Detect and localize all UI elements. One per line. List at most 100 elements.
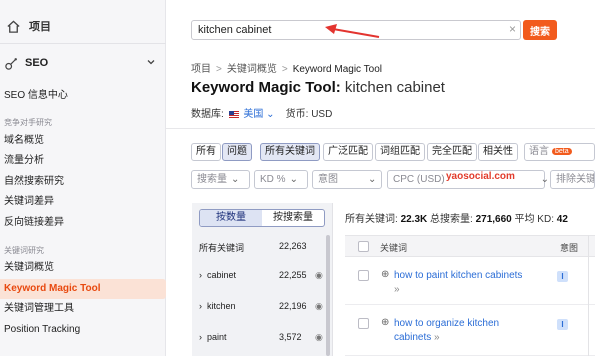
- sidebar-item-domain-overview[interactable]: 域名概览: [4, 131, 162, 151]
- cpc-filter-label: CPC (USD): [393, 174, 445, 185]
- group-row[interactable]: › cabinet 22,255 ◉: [199, 270, 323, 290]
- chevron-down-icon[interactable]: ⌄: [266, 109, 274, 120]
- eye-icon[interactable]: ◉: [315, 270, 323, 281]
- filter-tab-questions[interactable]: 问题: [222, 143, 252, 161]
- beta-badge: beta: [552, 148, 572, 155]
- search-button[interactable]: 搜索: [523, 20, 557, 40]
- sidebar-item-traffic-analytics[interactable]: 流量分析: [4, 151, 162, 171]
- sidebar-item-keyword-overview[interactable]: 关键词概览: [4, 258, 162, 278]
- volume-filter[interactable]: 搜索量 ⌄: [191, 170, 250, 189]
- database-country-select[interactable]: 美国: [243, 109, 263, 120]
- col-intent[interactable]: 意图: [560, 241, 578, 254]
- group-row[interactable]: › kitchen 22,196 ◉: [199, 301, 323, 321]
- eye-icon[interactable]: ◉: [315, 332, 323, 343]
- currency-value: USD: [311, 109, 333, 120]
- sidebar-item-keyword-manager[interactable]: 关键词管理工具: [4, 299, 162, 319]
- sort-by-volume-tab[interactable]: 按搜索量: [262, 210, 324, 226]
- eye-icon[interactable]: ◉: [315, 301, 323, 312]
- group-row-count: 22,255: [279, 270, 307, 280]
- stats-all-label: 所有关键词:: [345, 214, 398, 225]
- sidebar-item-keyword-magic-tool[interactable]: Keyword Magic Tool: [0, 279, 166, 299]
- kd-filter-label: KD %: [260, 174, 286, 185]
- breadcrumb-item-projects[interactable]: 项目: [191, 64, 211, 75]
- sidebar-divider: [0, 43, 166, 44]
- group-row-count: 3,572: [279, 332, 302, 342]
- page-title-query: kitchen cabinet: [344, 79, 445, 96]
- group-row-count: 22,263: [279, 241, 307, 251]
- sidebar-item-seo-dashboard[interactable]: SEO 信息中心: [4, 86, 162, 106]
- divider: [166, 128, 595, 129]
- watermark: yaosocial.com: [446, 171, 515, 182]
- group-row-name: cabinet: [207, 270, 237, 280]
- breadcrumb-item-current: Keyword Magic Tool: [292, 64, 382, 75]
- chevron-down-icon: ⌄: [540, 174, 550, 185]
- more-icon[interactable]: »: [434, 332, 440, 343]
- keyword-link[interactable]: how to organize kitchen: [394, 318, 499, 329]
- exclude-keywords-label: 排除关键: [556, 174, 595, 185]
- keyword-link-line2[interactable]: cabinets »: [394, 332, 440, 343]
- stats-kd-label: 平均 KD:: [514, 214, 554, 225]
- filter-tab-phrase-match[interactable]: 词组匹配: [375, 143, 425, 161]
- sidebar-item-position-tracking[interactable]: Position Tracking: [4, 320, 162, 340]
- keyword-stats: 所有关键词: 22.3K 总搜索量: 271,660 平均 KD: 42: [345, 210, 568, 225]
- group-row-name: paint: [207, 332, 227, 342]
- intent-badge: I: [557, 271, 568, 282]
- filter-tab-exact-match[interactable]: 完全匹配: [427, 143, 477, 161]
- top-search-bar: kitchen cabinet × 搜索: [166, 0, 595, 48]
- breadcrumb-item-keyword-overview[interactable]: 关键词概览: [227, 64, 277, 75]
- col-keyword[interactable]: 关键词: [380, 241, 407, 254]
- column-divider: [588, 235, 589, 356]
- row-checkbox[interactable]: [358, 270, 369, 281]
- select-all-checkbox[interactable]: [358, 241, 369, 252]
- sidebar-section-seo[interactable]: SEO: [0, 49, 166, 77]
- sidebar-item-keyword-gap[interactable]: 关键词差异: [4, 192, 162, 212]
- add-plus-icon[interactable]: ⊕: [381, 317, 389, 328]
- sidebar-section-keyword-research: 关键词研究: [4, 246, 44, 255]
- intent-badge: I: [557, 319, 568, 330]
- sidebar-item-backlink-gap[interactable]: 反向链接差异: [4, 213, 162, 233]
- group-row-all[interactable]: 所有关键词 22,263: [199, 241, 321, 261]
- filter-tab-all-keywords[interactable]: 所有关键词: [260, 143, 320, 161]
- sidebar: 项目 SEO SEO 信息中心 竞争对手研究 域名概览 流量分析 自然搜索研究 …: [0, 0, 166, 356]
- language-select[interactable]: 语言 beta: [524, 143, 595, 161]
- sort-by-number-tab[interactable]: 按数量: [200, 210, 262, 226]
- stats-volume-value: 271,660: [475, 214, 512, 225]
- keyword-link[interactable]: how to paint kitchen cabinets: [394, 270, 522, 281]
- groups-scrollbar[interactable]: [326, 235, 330, 356]
- chevron-down-icon[interactable]: [146, 57, 156, 67]
- home-icon: [7, 19, 20, 33]
- intent-filter[interactable]: 意图 ⌄: [312, 170, 382, 189]
- sidebar-item-projects[interactable]: 项目: [0, 14, 166, 38]
- sidebar-item-organic-research[interactable]: 自然搜索研究: [4, 172, 162, 192]
- group-row[interactable]: › paint 3,572 ◉: [199, 332, 323, 352]
- group-sort-toggle: 按数量 按搜索量: [199, 209, 325, 227]
- database-label: 数据库:: [191, 109, 224, 120]
- intent-filter-label: 意图: [318, 174, 338, 185]
- keyword-link-text: cabinets: [394, 332, 432, 343]
- filter-tab-all[interactable]: 所有: [191, 143, 221, 161]
- row-checkbox[interactable]: [358, 318, 369, 329]
- filter-tab-related[interactable]: 相关性: [478, 143, 518, 161]
- chevron-down-icon: ⌄: [231, 174, 240, 185]
- group-row-label: 所有关键词: [199, 243, 245, 253]
- volume-filter-label: 搜索量: [197, 174, 227, 185]
- filter-tab-broad-match[interactable]: 广泛匹配: [323, 143, 373, 161]
- exclude-keywords-filter[interactable]: 排除关键: [550, 170, 595, 189]
- currency-label: 货币:: [285, 109, 309, 120]
- clear-icon[interactable]: ×: [509, 22, 516, 36]
- group-row-label: › paint: [199, 332, 227, 342]
- table-row: ⊕ how to organize kitchen cabinets » I: [345, 305, 595, 356]
- more-icon[interactable]: »: [394, 284, 400, 295]
- group-row-name: kitchen: [207, 301, 236, 311]
- group-row-label: › kitchen: [199, 301, 236, 311]
- chevron-down-icon: ⌄: [368, 174, 377, 185]
- seo-icon: [5, 57, 17, 70]
- page-title-tool: Keyword Magic Tool:: [191, 79, 341, 96]
- stats-volume-label: 总搜索量:: [430, 214, 473, 225]
- chevron-down-icon: ⌄: [289, 174, 298, 185]
- annotation-arrow-icon: [325, 24, 380, 38]
- stats-kd-value: 42: [556, 214, 568, 225]
- kd-filter[interactable]: KD % ⌄: [254, 170, 308, 189]
- add-plus-icon[interactable]: ⊕: [381, 269, 389, 280]
- breadcrumb: 项目 > 关键词概览 > Keyword Magic Tool: [191, 64, 382, 75]
